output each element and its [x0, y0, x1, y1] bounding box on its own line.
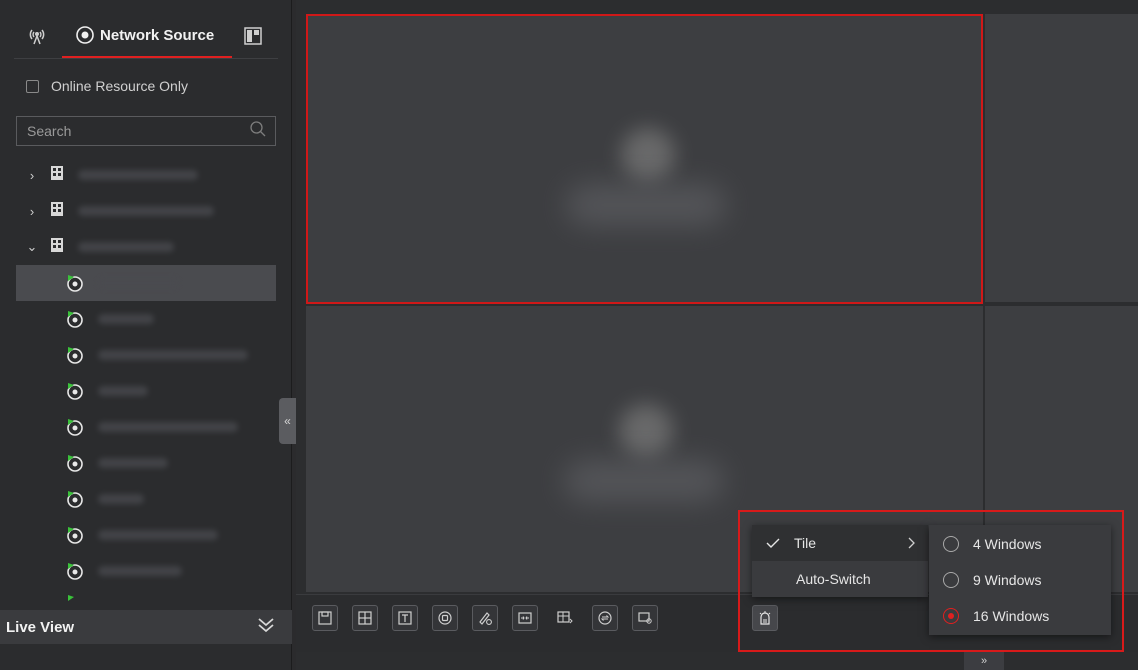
menu-item-tile[interactable]: Tile	[752, 525, 928, 561]
monitor-view-icon[interactable]	[632, 605, 658, 631]
live-view-label: Live View	[6, 618, 75, 636]
tile-windows-submenu: 4 Windows 9 Windows 16 Windows	[929, 525, 1111, 635]
tab-network-source[interactable]: Network Source	[62, 14, 232, 58]
menu-item-auto-switch-label: Auto-Switch	[796, 571, 871, 587]
option-9-windows[interactable]: 9 Windows	[929, 562, 1111, 598]
camera-node[interactable]	[16, 337, 276, 373]
camera-node[interactable]	[16, 553, 276, 589]
area-node[interactable]: ›	[16, 157, 276, 193]
draw-schedule-icon[interactable]	[472, 605, 498, 631]
blurred-area-name	[78, 170, 198, 180]
blurred-camera-name	[98, 386, 148, 396]
blurred-camera-name	[98, 494, 144, 504]
live-view-footer[interactable]: Live View	[0, 610, 292, 644]
chevron-right-icon[interactable]: ›	[26, 204, 38, 219]
tabs-divider	[14, 58, 278, 59]
record-icon[interactable]	[432, 605, 458, 631]
camera-online-icon	[66, 490, 84, 508]
placeholder-avatar-body	[564, 460, 724, 502]
switch-icon[interactable]	[592, 605, 618, 631]
chevron-right-icon[interactable]: ›	[26, 168, 38, 183]
camera-node[interactable]	[16, 445, 276, 481]
checkmark-icon	[766, 537, 780, 549]
search-icon[interactable]	[249, 120, 267, 143]
camera-online-icon	[66, 562, 84, 580]
radio-4-windows[interactable]	[943, 536, 959, 552]
camera-node[interactable]	[16, 373, 276, 409]
area-node-expanded[interactable]: ⌄	[16, 229, 276, 265]
online-resource-label: Online Resource Only	[51, 78, 188, 94]
blurred-camera-name	[98, 350, 248, 360]
building-icon	[50, 237, 64, 258]
camera-online-icon	[66, 526, 84, 544]
text-overlay-icon[interactable]	[392, 605, 418, 631]
radio-16-windows[interactable]	[943, 608, 959, 624]
blurred-area-name	[78, 206, 214, 216]
menu-item-tile-label: Tile	[794, 535, 817, 551]
camera-online-icon	[66, 418, 84, 436]
blurred-camera-name	[98, 278, 178, 288]
save-icon[interactable]	[312, 605, 338, 631]
camera-online-icon	[66, 310, 84, 328]
blurred-camera-name	[98, 530, 218, 540]
online-resource-filter[interactable]: Online Resource Only	[26, 78, 188, 94]
option-16-windows-label: 16 Windows	[973, 608, 1050, 624]
signal-tower-icon[interactable]	[26, 25, 48, 47]
camera-node[interactable]	[16, 265, 276, 301]
blurred-camera-name	[98, 314, 154, 324]
expand-bottom-panel-button[interactable]: »	[964, 652, 1004, 670]
network-source-icon	[76, 26, 94, 44]
camera-online-icon	[66, 274, 84, 292]
camera-node[interactable]	[16, 409, 276, 445]
placeholder-avatar-head	[619, 404, 673, 458]
blurred-camera-name	[98, 422, 238, 432]
option-4-windows-label: 4 Windows	[973, 536, 1042, 552]
fit-window-icon[interactable]	[512, 605, 538, 631]
search-input[interactable]: Search	[16, 116, 276, 146]
camera-node[interactable]	[16, 301, 276, 337]
chevron-down-icon[interactable]: ⌄	[26, 239, 38, 255]
camera-online-icon	[66, 594, 84, 604]
camera-node-partial[interactable]	[16, 588, 276, 604]
resource-sidebar: Network Source Online Resource Only Sear…	[0, 0, 292, 670]
video-pane-1[interactable]	[306, 14, 983, 304]
building-icon	[50, 201, 64, 222]
option-4-windows[interactable]: 4 Windows	[929, 526, 1111, 562]
grid-layout-icon[interactable]	[352, 605, 378, 631]
collapse-sidebar-button[interactable]: «	[279, 398, 296, 444]
placeholder-avatar-head	[621, 128, 675, 182]
menu-item-auto-switch[interactable]: Auto-Switch	[752, 561, 928, 597]
camera-online-icon	[66, 346, 84, 364]
camera-online-icon	[66, 454, 84, 472]
building-icon	[50, 165, 64, 186]
area-node[interactable]: ›	[16, 193, 276, 229]
online-resource-checkbox[interactable]	[26, 79, 39, 93]
radio-9-windows[interactable]	[943, 572, 959, 588]
double-chevron-down-icon[interactable]	[256, 617, 276, 638]
blurred-camera-name	[98, 458, 168, 468]
camera-node[interactable]	[16, 481, 276, 517]
sidebar-tabs: Network Source	[0, 0, 292, 60]
placeholder-avatar-body	[566, 184, 726, 226]
option-16-windows[interactable]: 16 Windows	[929, 598, 1111, 634]
option-9-windows-label: 9 Windows	[973, 572, 1042, 588]
layout-panel-icon[interactable]	[242, 25, 264, 47]
blurred-area-name	[78, 242, 174, 252]
window-division-icon[interactable]	[752, 605, 778, 631]
tab-network-source-label: Network Source	[100, 26, 215, 44]
camera-node[interactable]	[16, 517, 276, 553]
search-placeholder: Search	[27, 123, 72, 139]
camera-online-icon	[66, 382, 84, 400]
video-pane-2[interactable]	[985, 14, 1138, 302]
window-mode-menu: Tile Auto-Switch	[752, 525, 928, 597]
chevron-right-icon	[908, 537, 916, 549]
blurred-camera-name	[98, 566, 182, 576]
grid-settings-icon[interactable]	[552, 605, 578, 631]
